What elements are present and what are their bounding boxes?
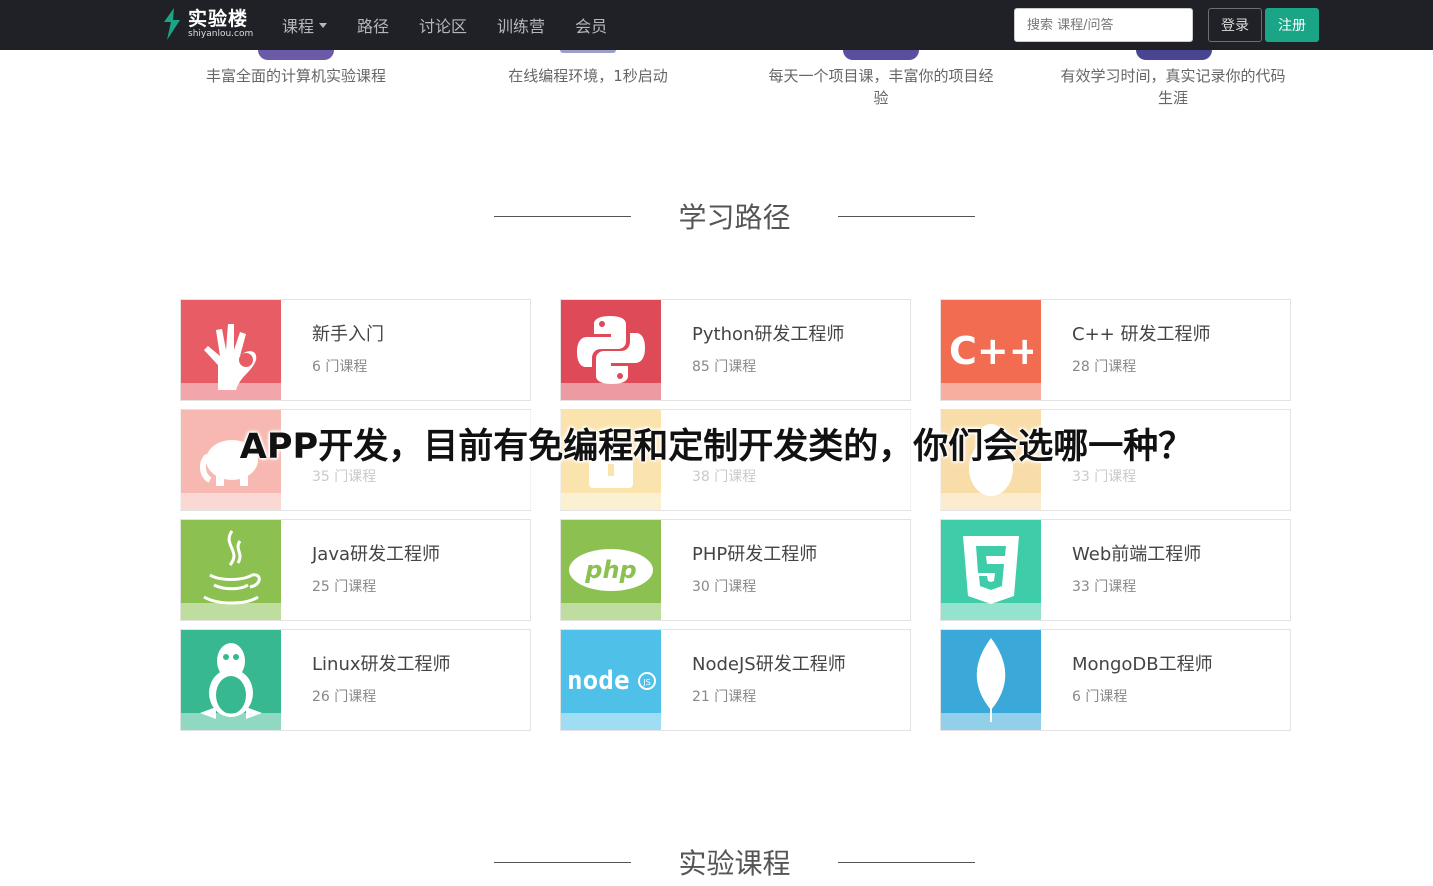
- path-title: Web前端工程师: [1072, 544, 1202, 565]
- path-card[interactable]: Web前端工程师 33 门课程: [940, 519, 1291, 621]
- feature-text: 在线编程环境，1秒启动: [508, 67, 668, 85]
- path-card[interactable]: C++ C++ 研发工程师 28 门课程: [940, 299, 1291, 401]
- card-icon-strip: [941, 713, 1041, 730]
- path-title: Python研发工程师: [692, 324, 845, 345]
- path-course-count: 33 门课程: [1072, 579, 1137, 595]
- card-icon-strip: [941, 603, 1041, 620]
- divider: [494, 215, 631, 217]
- card-icon-strip: [941, 383, 1041, 400]
- card-icon-strip: [181, 603, 281, 620]
- path-title: PHP研发工程师: [692, 544, 818, 565]
- feature-icon-bottom: [843, 50, 919, 60]
- path-course-count: 26 门课程: [312, 689, 377, 705]
- article-headline: APP开发，目前有免编程和定制开发类的，你们会选哪一种？: [239, 427, 1194, 467]
- svg-text:node: node: [567, 666, 630, 695]
- feature-text: 每天一个项目课，丰富你的项目经验: [768, 67, 994, 107]
- path-course-count: 85 门课程: [692, 359, 757, 375]
- card-icon-strip: [561, 603, 661, 620]
- path-card[interactable]: node JS NodeJS研发工程师 21 门课程: [560, 629, 911, 731]
- path-card[interactable]: Linux研发工程师 26 门课程: [180, 629, 531, 731]
- path-card[interactable]: php PHP研发工程师 30 门课程: [560, 519, 911, 621]
- svg-text:JS: JS: [642, 678, 650, 687]
- path-title: Java研发工程师: [312, 544, 441, 565]
- feature-text: 有效学习时间，真实记录你的代码生涯: [1060, 67, 1286, 107]
- path-course-count: 28 门课程: [1072, 359, 1137, 375]
- logo-text: 实验楼: [188, 8, 249, 30]
- path-card[interactable]: Java研发工程师 25 门课程: [180, 519, 531, 621]
- login-button[interactable]: 登录: [1208, 8, 1262, 42]
- divider: [837, 861, 975, 863]
- nav-courses[interactable]: 课程: [282, 13, 328, 37]
- path-course-count: 6 门课程: [1072, 689, 1128, 705]
- nav-paths[interactable]: 路径: [357, 13, 389, 37]
- svg-text:php: php: [584, 556, 636, 584]
- path-card[interactable]: Python研发工程师 85 门课程: [560, 299, 911, 401]
- nav-membership[interactable]: 会员: [575, 13, 607, 37]
- feature-text: 丰富全面的计算机实验课程: [205, 67, 386, 85]
- path-course-count: 21 门课程: [692, 689, 757, 705]
- path-title: 新手入门: [312, 324, 384, 345]
- path-course-count: 6 门课程: [312, 359, 368, 375]
- feature-icon-bottom: [560, 50, 616, 53]
- nav-forum[interactable]: 讨论区: [419, 13, 467, 37]
- section-title: 学习路径: [678, 201, 791, 234]
- logo-leaf-icon: [164, 8, 180, 40]
- section-courses-header: 实验课程: [494, 842, 975, 882]
- search-input[interactable]: [1014, 8, 1193, 42]
- card-icon-strip: [181, 383, 281, 400]
- main-nav: 课程 路径 讨论区 训练营 会员: [282, 0, 637, 50]
- divider: [494, 861, 631, 863]
- site-logo[interactable]: 实验楼 shiyanlou.com: [162, 8, 253, 40]
- path-title: Linux研发工程师: [312, 654, 451, 675]
- nav-bootcamp[interactable]: 训练营: [497, 13, 545, 37]
- path-course-count: 25 门课程: [312, 579, 377, 595]
- chevron-down-icon: [319, 22, 328, 28]
- card-icon-strip: [561, 713, 661, 730]
- path-title: MongoDB工程师: [1072, 654, 1213, 675]
- path-title: C++ 研发工程师: [1072, 324, 1211, 345]
- top-navbar: 实验楼 shiyanlou.com 课程 路径 讨论区 训练营 会员 登录 注册: [0, 0, 1433, 50]
- divider: [837, 215, 975, 217]
- signup-button[interactable]: 注册: [1265, 8, 1319, 42]
- feature-icon-bottom: [258, 50, 334, 60]
- section-title: 实验课程: [678, 847, 791, 880]
- path-title: NodeJS研发工程师: [692, 654, 846, 675]
- logo-domain: shiyanlou.com: [188, 29, 254, 39]
- feature-icon-bottom: [1136, 50, 1212, 60]
- path-card[interactable]: 新手入门 6 门课程: [180, 299, 531, 401]
- card-icon-strip: [561, 383, 661, 400]
- svg-text:C++: C++: [949, 330, 1033, 370]
- path-card[interactable]: MongoDB工程师 6 门课程: [940, 629, 1291, 731]
- card-icon-strip: [181, 713, 281, 730]
- section-paths-header: 学习路径: [494, 196, 975, 236]
- path-course-count: 30 门课程: [692, 579, 757, 595]
